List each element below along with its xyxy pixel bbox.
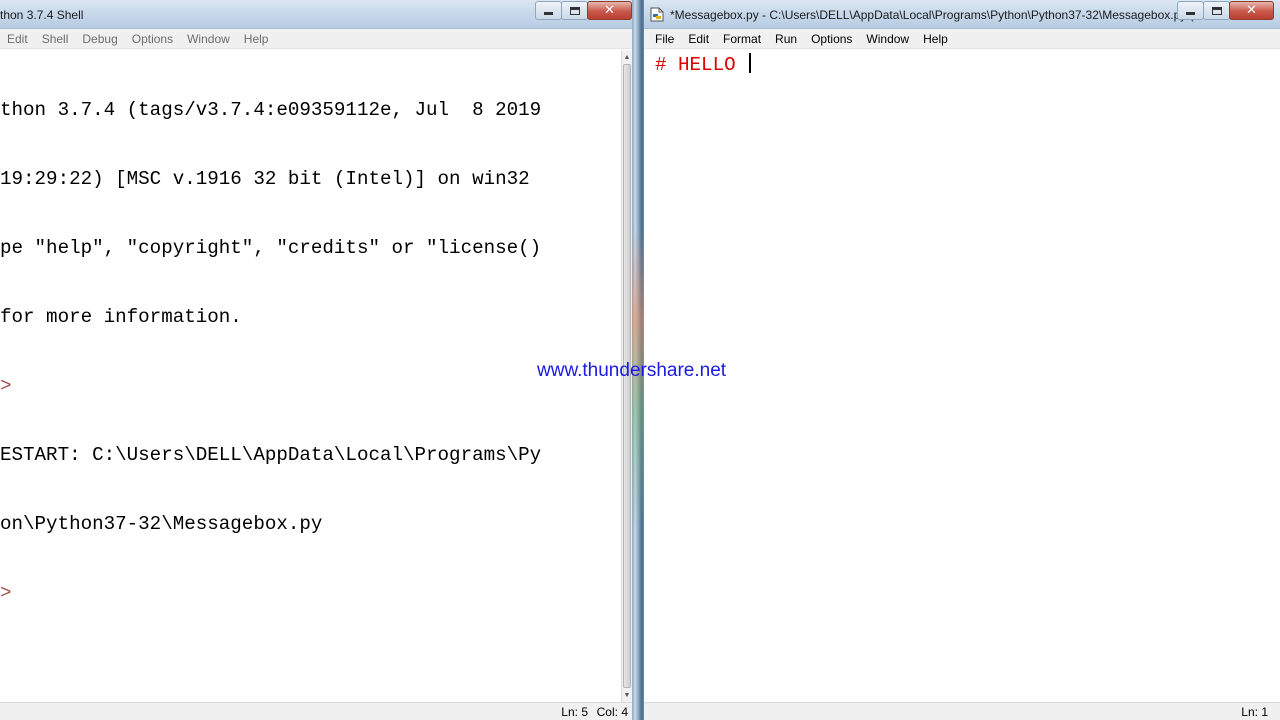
close-icon: ✕ bbox=[1246, 3, 1257, 18]
shell-menu-shell[interactable]: Shell bbox=[35, 32, 76, 46]
editor-menu-window[interactable]: Window bbox=[859, 32, 916, 46]
editor-menu-run[interactable]: Run bbox=[768, 32, 804, 46]
shell-menubar: Edit Shell Debug Options Window Help bbox=[0, 29, 638, 49]
shell-output: thon 3.7.4 (tags/v3.7.4:e09359112e, Jul … bbox=[0, 53, 621, 651]
shell-menu-window[interactable]: Window bbox=[180, 32, 237, 46]
editor-line-number: Ln: 1 bbox=[1241, 705, 1268, 719]
shell-menu-options[interactable]: Options bbox=[125, 32, 180, 46]
shell-prompt: > bbox=[0, 375, 12, 397]
shell-caption-buttons: ✕ bbox=[535, 1, 632, 20]
shell-line-number: Ln: 5 bbox=[561, 705, 588, 719]
editor-menu-edit[interactable]: Edit bbox=[681, 32, 716, 46]
editor-window: *Messagebox.py - C:\Users\DELL\AppData\L… bbox=[644, 0, 1280, 720]
shell-column-number: Col: 4 bbox=[596, 705, 628, 719]
maximize-icon bbox=[1211, 6, 1222, 15]
editor-minimize-button[interactable] bbox=[1177, 1, 1204, 20]
shell-line: thon 3.7.4 (tags/v3.7.4:e09359112e, Jul … bbox=[0, 99, 542, 121]
editor-close-button[interactable]: ✕ bbox=[1229, 1, 1274, 20]
shell-line: ESTART: C:\Users\DELL\AppData\Local\Prog… bbox=[0, 444, 542, 466]
scroll-down-icon[interactable]: ▼ bbox=[622, 688, 632, 702]
editor-menu-format[interactable]: Format bbox=[716, 32, 768, 46]
editor-menubar: File Edit Format Run Options Window Help bbox=[644, 29, 1280, 49]
text-caret bbox=[749, 53, 752, 73]
editor-title: *Messagebox.py - C:\Users\DELL\AppData\L… bbox=[670, 8, 1210, 22]
shell-prompt: > bbox=[0, 582, 12, 604]
editor-menu-help[interactable]: Help bbox=[916, 32, 955, 46]
shell-line: 19:29:22) [MSC v.1916 32 bit (Intel)] on… bbox=[0, 168, 530, 190]
python-file-icon bbox=[650, 7, 664, 22]
shell-menu-edit[interactable]: Edit bbox=[0, 32, 35, 46]
editor-text-area[interactable]: # HELLO bbox=[644, 50, 1280, 702]
shell-close-button[interactable]: ✕ bbox=[587, 1, 632, 20]
minimize-icon bbox=[1186, 12, 1195, 15]
code-comment: # HELLO bbox=[655, 54, 748, 76]
editor-menu-file[interactable]: File bbox=[648, 32, 681, 46]
shell-minimize-button[interactable] bbox=[535, 1, 562, 20]
shell-title: thon 3.7.4 Shell bbox=[0, 8, 84, 22]
close-icon: ✕ bbox=[604, 3, 615, 18]
editor-statusbar: Ln: 1 bbox=[644, 702, 1280, 720]
minimize-icon bbox=[544, 12, 553, 15]
editor-code-line: # HELLO bbox=[644, 53, 1280, 77]
editor-titlebar[interactable]: *Messagebox.py - C:\Users\DELL\AppData\L… bbox=[644, 0, 1280, 29]
shell-maximize-button[interactable] bbox=[561, 1, 588, 20]
shell-menu-help[interactable]: Help bbox=[237, 32, 276, 46]
shell-line: for more information. bbox=[0, 306, 242, 328]
shell-output-area[interactable]: thon 3.7.4 (tags/v3.7.4:e09359112e, Jul … bbox=[0, 50, 621, 702]
shell-menu-debug[interactable]: Debug bbox=[75, 32, 124, 46]
maximize-icon bbox=[569, 6, 580, 15]
shell-titlebar[interactable]: thon 3.7.4 Shell ✕ bbox=[0, 0, 638, 29]
scroll-up-icon[interactable]: ▲ bbox=[622, 50, 632, 64]
shell-line: pe "help", "copyright", "credits" or "li… bbox=[0, 237, 542, 259]
editor-menu-options[interactable]: Options bbox=[804, 32, 859, 46]
shell-statusbar: Ln: 5 Col: 4 bbox=[0, 702, 638, 720]
watermark-text: www.thundershare.net bbox=[537, 360, 727, 381]
editor-maximize-button[interactable] bbox=[1203, 1, 1230, 20]
shell-line: on\Python37-32\Messagebox.py bbox=[0, 513, 323, 535]
editor-caption-buttons: ✕ bbox=[1177, 1, 1274, 20]
